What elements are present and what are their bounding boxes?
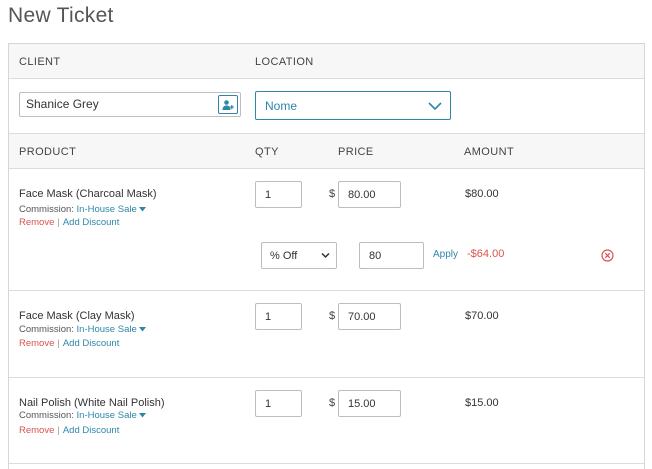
discount-type-value: % Off xyxy=(270,250,298,262)
line-item: Nail Polish (White Nail Polish) Commissi… xyxy=(9,378,644,464)
add-discount-link[interactable]: Add Discount xyxy=(63,217,120,228)
price-field[interactable] xyxy=(338,390,401,417)
location-select[interactable]: Nome xyxy=(255,91,451,120)
location-selected-value: Nome xyxy=(265,99,298,113)
remove-link[interactable]: Remove xyxy=(19,217,54,228)
price-column-label: PRICE xyxy=(338,146,374,158)
client-location-header: CLIENT LOCATION xyxy=(9,44,644,79)
client-location-row: Nome xyxy=(9,79,644,134)
commission-label: Commission: xyxy=(19,324,74,335)
amount-column-label: AMOUNT xyxy=(464,146,515,158)
commission-value: In-House Sale xyxy=(76,410,137,421)
item-actions: Remove | Add Discount xyxy=(19,425,119,436)
commission-select[interactable]: In-House Sale xyxy=(77,410,147,421)
item-actions: Remove | Add Discount xyxy=(19,338,119,349)
caret-down-icon xyxy=(139,327,147,332)
product-column-label: PRODUCT xyxy=(19,146,77,158)
currency-symbol: $ xyxy=(329,397,336,409)
discount-value-field[interactable] xyxy=(359,242,424,269)
commission-line: Commission: In-House Sale xyxy=(19,204,147,215)
commission-label: Commission: xyxy=(19,410,74,421)
qty-column-label: QTY xyxy=(255,146,279,158)
line-amount: $80.00 xyxy=(465,188,499,200)
commission-value: In-House Sale xyxy=(76,324,137,335)
ticket-panel: CLIENT LOCATION Nome PRODUCT QTY xyxy=(8,43,645,469)
price-field[interactable] xyxy=(338,181,401,208)
item-actions: Remove | Add Discount xyxy=(19,217,119,228)
commission-line: Commission: In-House Sale xyxy=(19,410,147,421)
separator: | xyxy=(57,425,60,436)
price-field[interactable] xyxy=(338,303,401,330)
commission-line: Commission: In-House Sale xyxy=(19,324,147,335)
discount-amount: -$64.00 xyxy=(467,248,505,260)
chevron-down-icon xyxy=(321,252,330,259)
qty-field[interactable] xyxy=(255,181,305,208)
location-column-label: LOCATION xyxy=(255,56,314,68)
qty-input[interactable] xyxy=(265,311,305,323)
product-table-header: PRODUCT QTY PRICE AMOUNT xyxy=(9,134,644,169)
commission-value: In-House Sale xyxy=(76,204,137,215)
remove-link[interactable]: Remove xyxy=(19,338,54,349)
chevron-down-icon xyxy=(428,102,442,111)
product-name: Face Mask (Clay Mask) xyxy=(19,310,135,322)
remove-link[interactable]: Remove xyxy=(19,425,54,436)
price-input[interactable] xyxy=(348,189,388,201)
commission-select[interactable]: In-House Sale xyxy=(77,324,147,335)
page-title: New Ticket xyxy=(8,4,114,27)
qty-input[interactable] xyxy=(265,398,305,410)
product-name: Nail Polish (White Nail Polish) xyxy=(19,397,165,409)
discount-type-select[interactable]: % Off xyxy=(261,242,337,269)
line-item: Face Mask (Charcoal Mask) Commission: In… xyxy=(9,169,644,291)
circle-x-icon[interactable] xyxy=(601,249,614,262)
qty-input[interactable] xyxy=(265,189,305,201)
caret-down-icon xyxy=(139,207,147,212)
commission-label: Commission: xyxy=(19,204,74,215)
add-client-button[interactable] xyxy=(218,95,238,114)
price-input[interactable] xyxy=(348,311,388,323)
commission-select[interactable]: In-House Sale xyxy=(77,204,147,215)
separator: | xyxy=(57,338,60,349)
add-discount-link[interactable]: Add Discount xyxy=(63,338,120,349)
apply-discount-link[interactable]: Apply xyxy=(433,249,458,260)
line-amount: $70.00 xyxy=(465,310,499,322)
currency-symbol: $ xyxy=(329,310,336,322)
client-column-label: CLIENT xyxy=(19,56,61,68)
client-field[interactable] xyxy=(19,92,241,117)
qty-field[interactable] xyxy=(255,390,305,417)
qty-field[interactable] xyxy=(255,303,305,330)
client-input[interactable] xyxy=(26,97,206,111)
caret-down-icon xyxy=(139,413,147,418)
line-amount: $15.00 xyxy=(465,397,499,409)
separator: | xyxy=(57,217,60,228)
add-person-icon xyxy=(222,99,234,110)
line-item: Face Mask (Clay Mask) Commission: In-Hou… xyxy=(9,291,644,378)
product-name: Face Mask (Charcoal Mask) xyxy=(19,188,157,200)
discount-value-input[interactable] xyxy=(369,250,409,262)
price-input[interactable] xyxy=(348,398,388,410)
currency-symbol: $ xyxy=(329,188,336,200)
add-discount-link[interactable]: Add Discount xyxy=(63,425,120,436)
